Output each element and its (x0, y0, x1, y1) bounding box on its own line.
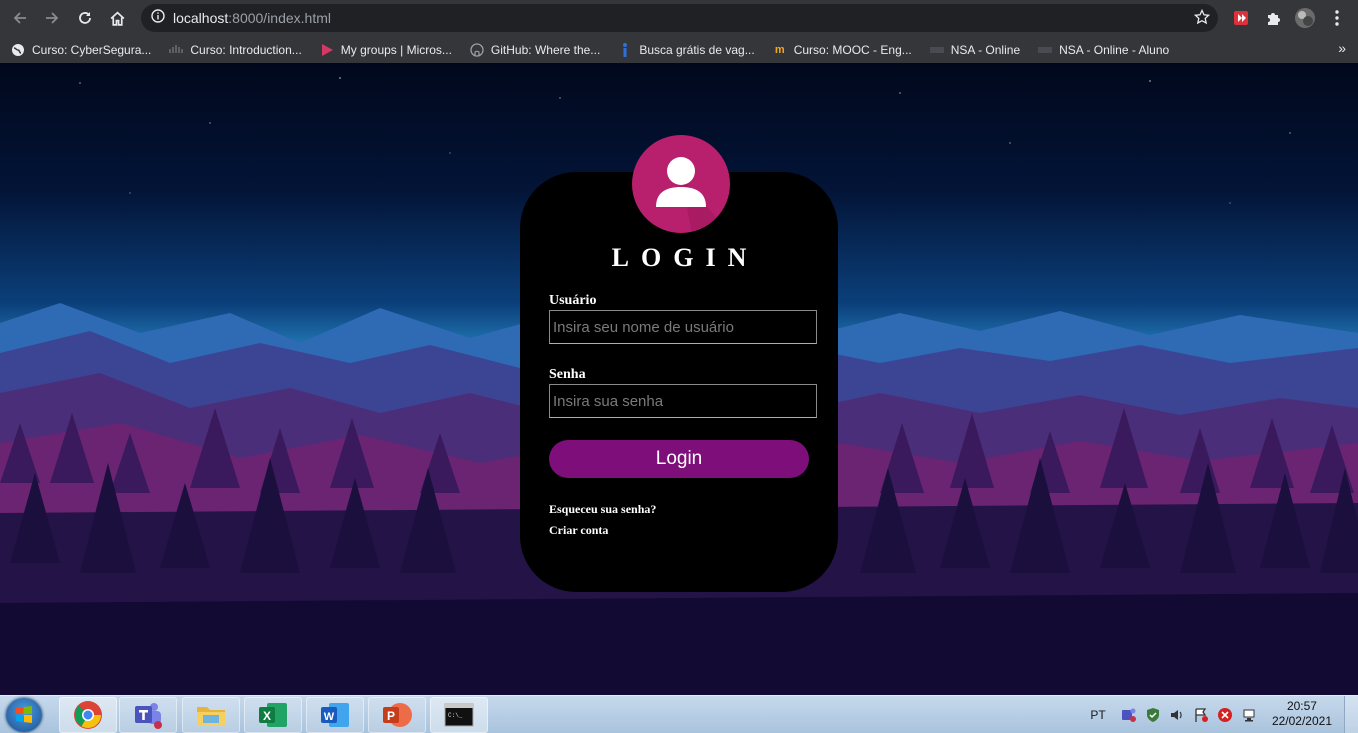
chrome-icon (74, 701, 102, 729)
network-icon[interactable] (1239, 696, 1259, 733)
menu-icon[interactable] (1325, 6, 1349, 30)
bookmark-item[interactable]: NSA - Online - Aluno (1037, 42, 1169, 58)
bookmark-label: NSA - Online - Aluno (1059, 42, 1170, 57)
github-icon (469, 42, 485, 58)
login-button[interactable]: Login (549, 440, 809, 478)
star-icon[interactable] (1193, 8, 1211, 30)
bookmark-label: GitHub: Where the... (490, 42, 601, 57)
powerpoint-icon: P (383, 703, 412, 727)
taskbar-chrome[interactable] (59, 697, 117, 733)
taskbar-word[interactable]: W (306, 697, 364, 733)
reload-icon[interactable] (69, 0, 101, 36)
teams-icon (135, 703, 162, 729)
bookmark-item[interactable]: Curso: Introduction... (168, 42, 302, 58)
security-shield-icon[interactable] (1143, 696, 1163, 733)
bookmark-item[interactable]: m Curso: MOOC - Eng... (772, 42, 912, 58)
windows-logo-icon (16, 706, 32, 723)
volume-icon[interactable] (1167, 696, 1187, 733)
taskbar-explorer[interactable] (182, 697, 240, 733)
bookmark-item[interactable]: GitHub: Where the... (469, 42, 600, 58)
word-icon: W (321, 703, 349, 727)
bookmarks-bar: Curso: CyberSegura... Curso: Introductio… (0, 36, 1358, 63)
stream-icon (319, 42, 335, 58)
info-icon[interactable] (151, 8, 165, 28)
user-avatar-icon (632, 135, 730, 233)
bookmarks-more-icon[interactable]: » (1338, 40, 1346, 56)
error-icon[interactable] (1215, 696, 1235, 733)
bookmark-item[interactable]: NSA - Online (929, 42, 1020, 58)
taskbar-teams[interactable] (119, 697, 177, 733)
mooc-icon: m (774, 43, 785, 56)
bookmark-item[interactable]: My groups | Micros... (319, 42, 452, 58)
url-path: :8000/index.html (228, 10, 331, 26)
create-account-link[interactable]: Criar conta (549, 523, 608, 538)
forgot-password-link[interactable]: Esqueceu sua senha? (549, 502, 656, 517)
bookmark-label: Curso: MOOC - Eng... (793, 42, 912, 57)
bookmark-label: NSA - Online (950, 42, 1021, 57)
globe-icon (10, 42, 26, 58)
show-desktop-button[interactable] (1344, 696, 1358, 733)
bookmark-label: My groups | Micros... (340, 42, 452, 57)
explorer-icon (197, 707, 225, 726)
word-letter: W (324, 711, 335, 723)
bookmark-item[interactable]: Busca grátis de vag... (617, 42, 755, 58)
taskbar-excel[interactable]: X (244, 697, 302, 733)
powerpoint-letter: P (387, 709, 395, 723)
password-label: Senha (549, 367, 586, 382)
taskbar-powerpoint[interactable]: P (368, 697, 426, 733)
url-host: localhost (173, 10, 229, 26)
job-icon (617, 42, 633, 58)
excel-icon: X (259, 703, 287, 727)
teams-tray-icon[interactable] (1119, 696, 1139, 733)
start-button[interactable] (6, 698, 42, 732)
back-icon[interactable] (4, 0, 36, 36)
cmd-icon: C:\_ (444, 703, 474, 727)
taskbar-cmd[interactable]: C:\_ (430, 697, 488, 733)
puzzle-icon[interactable] (1261, 6, 1285, 30)
taskbar: X W P C:\_ PT 20:57 22/02/2021 (0, 695, 1358, 733)
address-bar[interactable]: localhost:8000/index.html (141, 4, 1218, 32)
cmd-text: C:\_ (448, 712, 463, 719)
bookmark-item[interactable]: Curso: CyberSegura... (10, 42, 151, 58)
home-icon[interactable] (101, 0, 133, 36)
profile-avatar[interactable] (1293, 6, 1317, 30)
password-input[interactable] (549, 384, 817, 418)
login-title: LOGIN (611, 243, 759, 272)
browser-toolbar: localhost:8000/index.html (0, 0, 1358, 36)
cisco-icon (168, 42, 184, 58)
clock-time: 20:57 (1286, 699, 1317, 713)
nsa-icon (929, 42, 945, 58)
bookmark-label: Curso: CyberSegura... (32, 42, 152, 57)
extension-icon[interactable] (1229, 6, 1253, 30)
system-clock[interactable]: 20:57 22/02/2021 (1272, 699, 1332, 729)
bookmark-label: Busca grátis de vag... (639, 42, 755, 57)
language-indicator[interactable]: PT (1088, 696, 1108, 733)
clock-date: 22/02/2021 (1271, 714, 1332, 728)
bookmark-label: Curso: Introduction... (190, 42, 302, 57)
username-label: Usuário (549, 293, 597, 308)
nsa-icon (1037, 42, 1053, 58)
username-input[interactable] (549, 310, 817, 344)
forward-icon[interactable] (36, 0, 68, 36)
excel-letter: X (263, 709, 271, 723)
action-center-flag-icon[interactable] (1191, 696, 1211, 733)
